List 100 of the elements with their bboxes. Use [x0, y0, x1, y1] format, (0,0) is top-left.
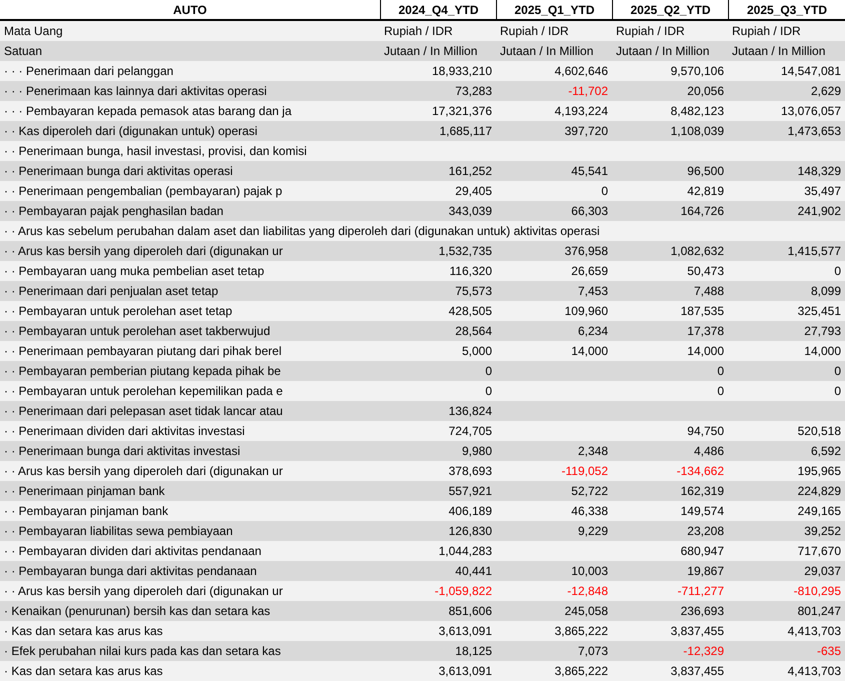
row-label: · · Penerimaan pengembalian (pembayaran) pajak p — [3, 183, 284, 200]
table-cell-text: 2,348 — [576, 443, 609, 460]
table-cell-text: 241,902 — [796, 203, 842, 220]
table-cell-text: 126,830 — [448, 523, 493, 540]
table-cell-text: 2,629 — [810, 83, 842, 100]
table-cell-text: 20,056 — [686, 83, 725, 100]
table-cell-text: 1,532,735 — [438, 243, 493, 260]
row-label: · · Penerimaan bunga, hasil investasi, provisi, dan komisi — [3, 143, 308, 160]
column-header: 2025_Q1_YTD — [496, 0, 612, 19]
table-cell-text: 42,819 — [686, 183, 725, 200]
table-cell-text: 0 — [716, 383, 725, 400]
table-cell-text: 724,705 — [448, 423, 493, 440]
table-cell-text: 0 — [716, 363, 725, 380]
table-cell-text: 0 — [833, 363, 842, 380]
row-label: · · Penerimaan dividen dari aktivitas investasi — [3, 423, 246, 440]
table-cell-text: 109,960 — [564, 303, 609, 320]
table-cell-text: 1,685,117 — [438, 123, 493, 140]
row-label: · Kas dan setara kas arus kas — [3, 623, 164, 640]
table-cell-text: 18,125 — [454, 643, 493, 660]
table-cell-text: -12,329 — [682, 643, 725, 660]
table-cell-text: 0 — [484, 383, 493, 400]
table-cell-text: 1,082,632 — [670, 243, 725, 260]
row-label: · · Penerimaan dari penjualan aset tetap — [3, 283, 220, 300]
row-label: · · Pembayaran untuk perolehan aset takberwujud — [3, 323, 272, 340]
row-label: · · Arus kas bersih yang diperoleh dari (digunakan ur — [3, 583, 284, 600]
table-cell-text: 46,338 — [570, 503, 609, 520]
table-cell-text: 17,378 — [686, 323, 725, 340]
table-cell-text: 66,303 — [570, 203, 609, 220]
table-cell-text: 26,659 — [570, 263, 609, 280]
table-cell-text: 116,320 — [448, 263, 493, 280]
table-cell-text: 161,252 — [448, 163, 493, 180]
table-cell-text: 50,473 — [686, 263, 725, 280]
table-cell-text: 1,108,039 — [670, 123, 725, 140]
table-cell-text: 378,693 — [448, 463, 493, 480]
table-cell-text: 7,488 — [692, 283, 725, 300]
table-cell-text: -635 — [816, 643, 842, 660]
row-label: · Kas dan setara kas arus kas — [3, 663, 164, 680]
table-cell-text: -11,702 — [567, 83, 609, 100]
table-cell-text: 23,208 — [686, 523, 725, 540]
row-label: · · Penerimaan pembayaran piutang dari pihak berel — [3, 343, 282, 360]
table-cell-text: 680,947 — [680, 543, 725, 560]
row-label: Mata Uang — [3, 23, 64, 40]
table-cell-text: 406,189 — [448, 503, 493, 520]
table-cell-text: -711,277 — [676, 583, 725, 600]
table-cell-text: -119,052 — [560, 463, 609, 480]
table-cell-text: 4,413,703 — [786, 663, 842, 680]
table-cell-text: 96,500 — [686, 163, 725, 180]
table-cell-text: 8,482,123 — [670, 103, 725, 120]
table-cell-text: 245,058 — [564, 603, 609, 620]
table-cell-text: -134,662 — [676, 463, 725, 480]
table-cell-text: 8,099 — [810, 283, 842, 300]
row-label: · · Pembayaran bunga dari aktivitas pendanaan — [3, 563, 258, 580]
table-cell-text: 249,165 — [796, 503, 842, 520]
table-cell-text: 6,592 — [810, 443, 842, 460]
table-cell-text: 1,473,653 — [786, 123, 842, 140]
row-label: · · Penerimaan bunga dari aktivitas operasi — [3, 163, 234, 180]
column-header: 2025_Q3_YTD — [728, 0, 845, 19]
table-cell-text: 224,829 — [796, 483, 842, 500]
table-cell-text: 9,570,106 — [670, 63, 725, 80]
table-cell-text: 1,044,283 — [438, 543, 493, 560]
table-cell-text: 19,867 — [686, 563, 725, 580]
table-cell-text: 0 — [484, 363, 493, 380]
table-cell-text: -810,295 — [792, 583, 842, 600]
table-cell-text: 29,037 — [803, 563, 842, 580]
table-cell-text: 3,837,455 — [670, 623, 725, 640]
row-label: · · Pembayaran pemberian piutang kepada pihak be — [3, 363, 282, 380]
row-label: · · Pembayaran liabilitas sewa pembiayaan — [3, 523, 234, 540]
table-cell-text: Jutaan / In Million — [615, 43, 710, 60]
table-cell-text: 851,606 — [448, 603, 493, 620]
table-cell-text: 9,229 — [576, 523, 609, 540]
table-cell-text: 3,865,222 — [554, 623, 609, 640]
table-cell-text: 1,415,577 — [786, 243, 842, 260]
table-cell-text: 45,541 — [570, 163, 609, 180]
table-cell-text: 14,547,081 — [780, 63, 842, 80]
row-label: · · Pembayaran pajak penghasilan badan — [3, 203, 224, 220]
table-cell-text: 7,453 — [576, 283, 609, 300]
table-cell-text: Rupiah / IDR — [383, 23, 454, 40]
table-cell-text: 4,193,224 — [554, 103, 609, 120]
row-label: · · · Pembayaran kepada pemasok atas barang dan ja — [3, 103, 293, 120]
column-header: AUTO — [172, 2, 208, 18]
table-cell-text: 195,965 — [796, 463, 842, 480]
row-label: · · Arus kas sebelum perubahan dalam aset dan liabilitas yang diperoleh dari (digunakan untuk) aktivitas operasi — [3, 223, 601, 240]
row-label: · · Kas diperoleh dari (digunakan untuk) operasi — [3, 123, 258, 140]
table-cell-text: 0 — [833, 263, 842, 280]
table-cell-text: 801,247 — [796, 603, 842, 620]
table-cell-text: 18,933,210 — [430, 63, 493, 80]
table-cell-text: 557,921 — [448, 483, 493, 500]
table-cell-text: 187,535 — [680, 303, 725, 320]
column-header: 2024_Q4_YTD — [380, 0, 496, 19]
table-cell-text: 376,958 — [564, 243, 609, 260]
row-label: · · Pembayaran uang muka pembelian aset tetap — [3, 263, 266, 280]
table-cell-text: Jutaan / In Million — [383, 43, 478, 60]
row-label: · Efek perubahan nilai kurs pada kas dan setara kas — [3, 643, 282, 660]
table-cell-text: 6,234 — [576, 323, 609, 340]
table-cell-text: 73,283 — [454, 83, 493, 100]
table-cell-text: 17,321,376 — [430, 103, 493, 120]
table-cell-text: 13,076,057 — [780, 103, 842, 120]
table-cell-text: 428,505 — [448, 303, 493, 320]
table-cell-text: 28,564 — [454, 323, 493, 340]
table-cell-text: 27,793 — [803, 323, 842, 340]
